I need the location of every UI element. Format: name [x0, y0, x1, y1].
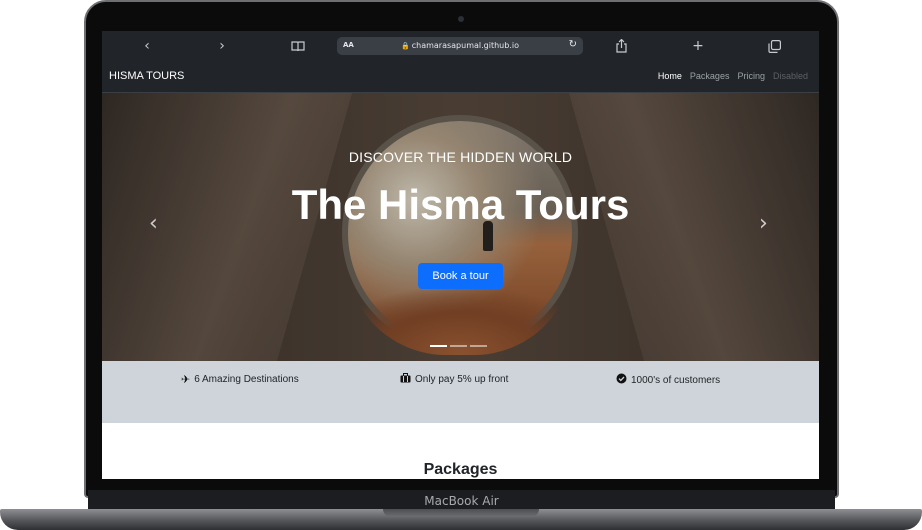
nav-disabled: Disabled	[772, 71, 808, 81]
nav-home[interactable]: Home	[658, 71, 682, 81]
nav-packages[interactable]: Packages	[690, 71, 730, 81]
screen: ‹ › AA 🔒 chamarasapumal.github.io ↻ + HIS…	[102, 31, 819, 479]
hero-subtitle: DISCOVER THE HIDDEN WORLD	[348, 149, 573, 165]
nav-pricing[interactable]: Pricing	[737, 71, 765, 81]
tabs-overview-icon[interactable]	[765, 37, 783, 55]
badge-check-icon	[616, 373, 627, 387]
brand-logo[interactable]: HISMA TOURS	[109, 70, 184, 82]
carousel-indicator-3[interactable]	[470, 345, 487, 347]
carousel-indicators	[430, 345, 487, 347]
packages-heading: Packages	[423, 461, 498, 478]
address-bar[interactable]: AA 🔒 chamarasapumal.github.io ↻	[337, 37, 583, 55]
new-tab-icon[interactable]: +	[689, 37, 707, 55]
feature-payment: Only pay 5% up front	[400, 373, 508, 386]
feature-text: Only pay 5% up front	[415, 374, 509, 385]
carousel-prev-icon[interactable]: ‹	[149, 211, 158, 236]
carousel-next-icon[interactable]: ›	[759, 211, 768, 236]
features-strip: ✈ 6 Amazing Destinations Only pay 5% up …	[102, 361, 819, 423]
suitcase-icon	[400, 373, 411, 386]
back-icon[interactable]: ‹	[138, 37, 156, 55]
share-icon[interactable]	[612, 37, 630, 55]
reload-icon[interactable]: ↻	[569, 39, 577, 50]
book-tour-button[interactable]: Book a tour	[418, 263, 503, 289]
laptop-notch	[383, 509, 539, 517]
carousel-indicator-1[interactable]	[430, 345, 447, 347]
feature-destinations: ✈ 6 Amazing Destinations	[181, 373, 299, 386]
feature-customers: 1000's of customers	[616, 373, 720, 387]
lock-icon: 🔒	[401, 42, 410, 50]
airplane-icon: ✈	[181, 373, 191, 386]
nav-links: Home Packages Pricing Disabled	[658, 71, 808, 81]
carousel-indicator-2[interactable]	[450, 345, 467, 347]
url-text: chamarasapumal.github.io	[411, 41, 519, 50]
device-label: MacBook Air	[424, 494, 499, 508]
hero-title: The Hisma Tours	[291, 181, 630, 228]
site-navbar: HISMA TOURS Home Packages Pricing Disabl…	[102, 61, 819, 93]
hero-carousel: DISCOVER THE HIDDEN WORLD The Hisma Tour…	[102, 93, 819, 361]
camera	[458, 16, 464, 22]
laptop-chin: MacBook Air	[88, 490, 835, 510]
feature-text: 6 Amazing Destinations	[194, 374, 299, 385]
browser-toolbar: ‹ › AA 🔒 chamarasapumal.github.io ↻ +	[102, 31, 819, 61]
packages-section: Packages	[102, 423, 819, 479]
bookmarks-icon[interactable]	[289, 37, 307, 55]
feature-text: 1000's of customers	[631, 374, 721, 386]
forward-icon[interactable]: ›	[213, 37, 231, 55]
